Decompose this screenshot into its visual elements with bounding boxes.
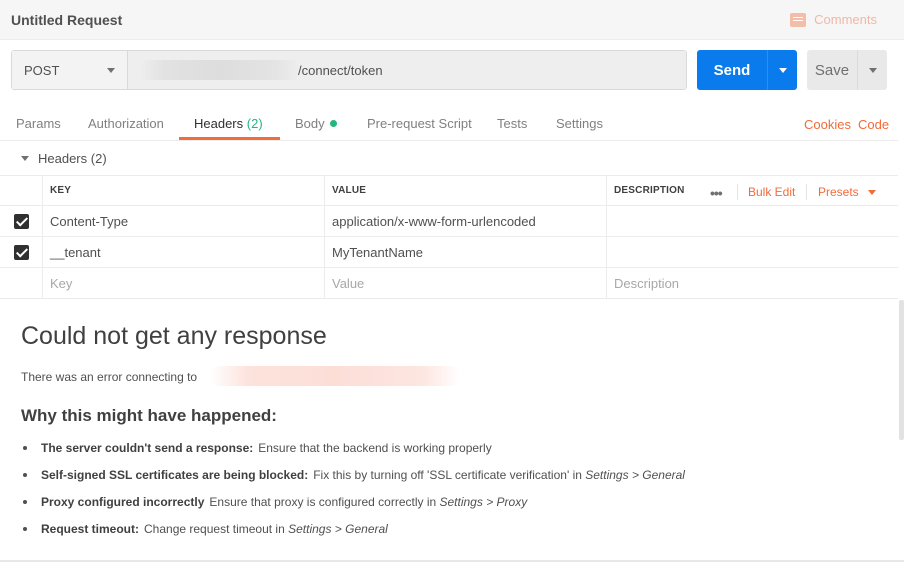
headers-section-count: (2): [90, 151, 107, 166]
method-select[interactable]: POST: [12, 51, 128, 89]
checkbox-column-header: [0, 176, 42, 205]
new-key-input[interactable]: Key: [42, 268, 324, 298]
header-description-field[interactable]: [606, 206, 898, 236]
key-column-header: KEY: [42, 176, 324, 205]
new-value-input[interactable]: Value: [324, 268, 606, 298]
code-link[interactable]: Code: [858, 117, 889, 132]
header-value-field[interactable]: application/x-www-form-urlencoded: [324, 206, 606, 236]
url-path: /connect/token: [298, 63, 383, 78]
tab-body-label: Body: [295, 116, 325, 131]
bullet-icon: [23, 500, 27, 504]
caret-down-icon: [21, 156, 29, 161]
header-value-field[interactable]: MyTenantName: [324, 237, 606, 267]
list-item: Self-signed SSL certificates are being b…: [23, 468, 685, 495]
list-item: Request timeout: Change request timeout …: [23, 522, 685, 549]
tab-pre-request-script[interactable]: Pre-request Script: [367, 116, 472, 131]
comments-button[interactable]: Comments: [790, 12, 877, 27]
send-options-button[interactable]: [767, 50, 797, 90]
table-row: __tenant MyTenantName: [0, 237, 898, 268]
tab-headers[interactable]: Headers (2): [194, 116, 263, 131]
header-key-field[interactable]: Content-Type: [42, 206, 324, 236]
reason-text: Fix this by turning off 'SSL certificate…: [313, 468, 586, 482]
save-options-button[interactable]: [857, 50, 887, 90]
save-button-group: Save: [807, 50, 887, 90]
tab-headers-label: Headers: [194, 116, 244, 131]
row-checkbox-cell: [0, 237, 42, 267]
divider: [806, 184, 807, 200]
save-button[interactable]: Save: [807, 50, 857, 90]
table-row: Content-Type application/x-www-form-urle…: [0, 206, 898, 237]
send-button-group: Send: [697, 50, 797, 90]
tab-params[interactable]: Params: [16, 116, 61, 131]
comment-icon: [790, 12, 807, 27]
cookies-link[interactable]: Cookies: [804, 117, 851, 132]
send-button[interactable]: Send: [697, 50, 767, 90]
reason-text: Change request timeout in: [144, 522, 289, 536]
method-label: POST: [24, 62, 60, 78]
header-key-field[interactable]: __tenant: [42, 237, 324, 267]
new-header-row: Key Value Description: [0, 268, 898, 299]
active-tab-indicator: [179, 137, 280, 140]
tab-settings[interactable]: Settings: [556, 116, 603, 131]
tab-headers-count: (2): [246, 116, 263, 131]
presets-dropdown[interactable]: Presets: [818, 185, 876, 199]
tab-authorization[interactable]: Authorization: [88, 116, 164, 131]
divider: [737, 184, 738, 200]
reason-text: Ensure that proxy is configured correctl…: [209, 495, 440, 509]
url-input[interactable]: /connect/token: [128, 51, 686, 89]
description-column-header: DESCRIPTION: [606, 176, 701, 205]
more-options-icon[interactable]: •••: [710, 185, 723, 201]
row-checkbox[interactable]: [13, 213, 29, 229]
chevron-down-icon: [868, 67, 877, 73]
chevron-down-icon: [778, 67, 787, 73]
list-item: Proxy configured incorrectly Ensure that…: [23, 495, 685, 522]
row-checkbox-cell: [0, 206, 42, 236]
headers-section-title: Headers: [38, 151, 88, 166]
bullet-icon: [23, 446, 27, 450]
redacted-host: [140, 60, 300, 80]
reason-text: Ensure that the backend is working prope…: [258, 441, 492, 455]
reason-title: The server couldn't send a response:: [41, 441, 254, 455]
reason-title: Request timeout:: [41, 522, 140, 536]
settings-path: Settings > General: [585, 468, 685, 482]
row-checkbox-cell: [0, 268, 42, 298]
request-tabs: Params Authorization Headers (2) Body Pr…: [0, 100, 898, 141]
chevron-down-icon: [107, 67, 115, 73]
reason-title: Proxy configured incorrectly: [41, 495, 205, 509]
header-description-field[interactable]: [606, 237, 898, 267]
title-bar: Untitled Request Comments: [0, 0, 904, 40]
new-description-input[interactable]: Description: [606, 268, 898, 298]
reason-title: Self-signed SSL certificates are being b…: [41, 468, 309, 482]
presets-label: Presets: [818, 185, 859, 199]
row-checkbox[interactable]: [13, 244, 29, 260]
redacted-host: [210, 366, 460, 386]
bullet-icon: [23, 527, 27, 531]
bullet-icon: [23, 473, 27, 477]
reasons-list: The server couldn't send a response: Ens…: [23, 441, 685, 549]
tab-tests[interactable]: Tests: [497, 116, 527, 131]
why-heading: Why this might have happened:: [21, 406, 277, 425]
bulk-edit-button[interactable]: Bulk Edit: [748, 185, 795, 199]
response-error-message: There was an error connecting to: [21, 370, 198, 384]
request-url-bar: POST /connect/token: [11, 50, 687, 90]
settings-path: Settings > General: [288, 522, 388, 536]
headers-section-toggle[interactable]: Headers (2): [21, 151, 107, 166]
settings-path: Settings > Proxy: [439, 495, 528, 509]
request-title[interactable]: Untitled Request: [11, 12, 122, 28]
table-header-row: KEY VALUE DESCRIPTION ••• Bulk Edit Pres…: [0, 175, 898, 206]
tab-body[interactable]: Body: [295, 116, 337, 131]
value-column-header: VALUE: [324, 176, 606, 205]
vertical-scrollbar[interactable]: [899, 300, 904, 440]
comments-label: Comments: [814, 12, 877, 27]
body-indicator-dot: [329, 120, 337, 127]
response-error-title: Could not get any response: [21, 322, 327, 350]
caret-down-icon: [867, 189, 876, 195]
list-item: The server couldn't send a response: Ens…: [23, 441, 685, 468]
